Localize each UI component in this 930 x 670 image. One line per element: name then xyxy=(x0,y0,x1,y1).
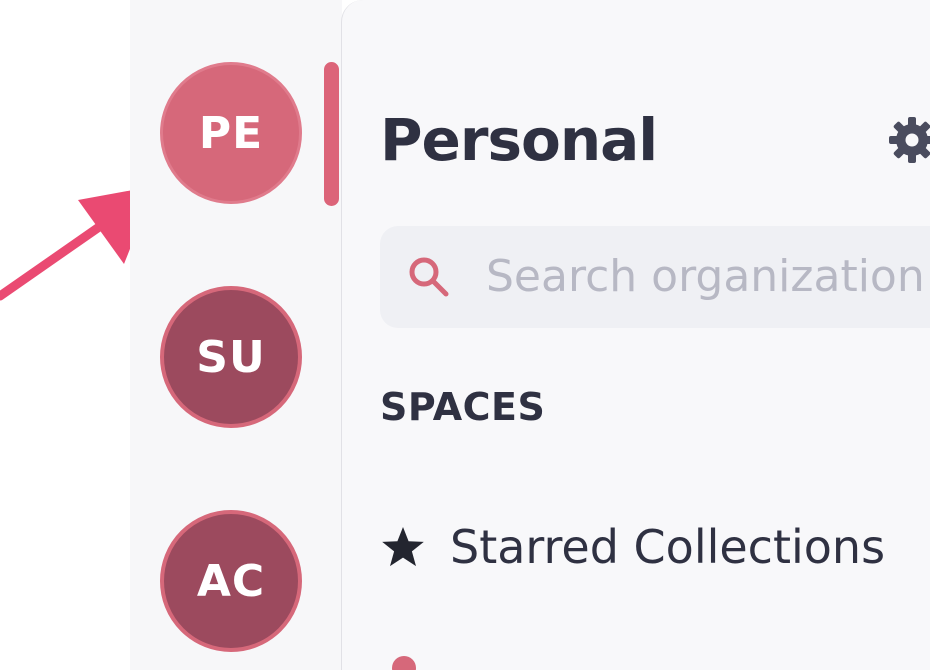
app-window: PE SU AC Personal Search organization SP… xyxy=(0,0,930,670)
nav-item-starred-collections[interactable]: Starred Collections xyxy=(380,512,885,582)
org-avatar-su[interactable]: SU xyxy=(160,286,302,428)
org-avatar-ac[interactable]: AC xyxy=(160,510,302,652)
organization-panel: Personal SPACES Starred Collectio xyxy=(341,0,930,670)
search-icon xyxy=(409,257,449,297)
next-item-icon xyxy=(392,656,416,670)
page-title: Personal xyxy=(380,106,658,174)
active-org-indicator xyxy=(324,62,339,206)
org-avatar-initials: PE xyxy=(198,107,264,159)
search-field[interactable] xyxy=(380,226,930,328)
search-input[interactable] xyxy=(486,244,930,308)
spaces-section-heading: SPACES xyxy=(380,385,546,429)
nav-item-label: Starred Collections xyxy=(450,520,886,574)
org-avatar-personal[interactable]: PE xyxy=(160,62,302,204)
star-icon xyxy=(382,527,424,567)
organization-rail: PE SU AC xyxy=(130,0,342,670)
gear-icon[interactable] xyxy=(887,115,930,165)
org-avatar-initials: SU xyxy=(196,331,266,383)
org-avatar-initials: AC xyxy=(196,555,266,607)
